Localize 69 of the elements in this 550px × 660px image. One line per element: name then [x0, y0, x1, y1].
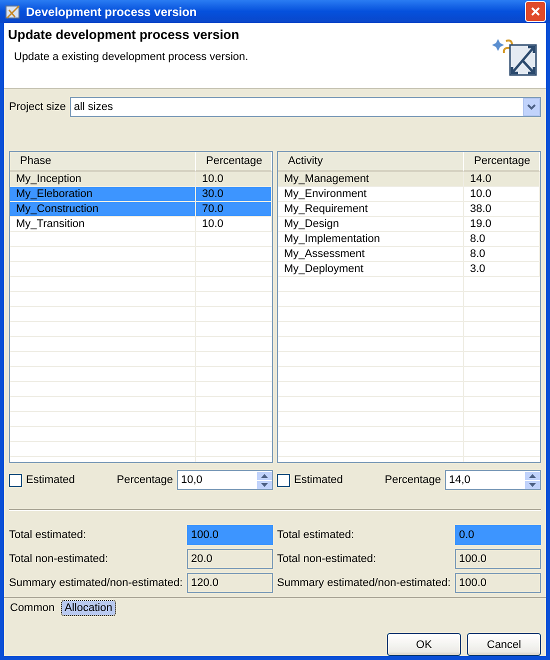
- field-label: Project size: [9, 101, 66, 113]
- table-cell[interactable]: 19.0: [464, 217, 540, 232]
- table-cell[interactable]: My_Design: [278, 217, 464, 232]
- spin-up-button[interactable]: [257, 472, 272, 480]
- total-label: Total estimated:: [277, 529, 356, 541]
- percentage-spinner[interactable]: 14,0: [445, 470, 541, 490]
- table-cell[interactable]: 3.0: [464, 262, 540, 277]
- checkbox[interactable]: [277, 474, 290, 486]
- table-cell[interactable]: 30.0: [196, 187, 272, 202]
- total-label: Summary estimated/non-estimated:: [277, 577, 452, 589]
- table-cell[interactable]: 10.0: [464, 187, 540, 202]
- dialog-button[interactable]: Cancel: [467, 633, 541, 656]
- project-size-dropdown[interactable]: all sizes: [70, 97, 541, 117]
- column-header[interactable]: Activity: [278, 152, 464, 172]
- up-arrow-icon: [261, 474, 268, 478]
- checkbox-label: Estimated: [26, 474, 75, 486]
- table-cell[interactable]: My_Deployment: [278, 262, 464, 277]
- table-cell[interactable]: 8.0: [464, 232, 540, 247]
- table-cell[interactable]: My_Environment: [278, 187, 464, 202]
- chevron-icon: [527, 104, 536, 110]
- spin-down-button[interactable]: [257, 480, 272, 488]
- total-label: Total estimated:: [9, 529, 88, 541]
- close-button[interactable]: [525, 1, 546, 22]
- table-cell[interactable]: My_Eleboration: [10, 187, 196, 202]
- dialog-description: Update a existing development process version.: [13, 51, 250, 63]
- table-cell[interactable]: 14.0: [464, 172, 540, 187]
- table-cell[interactable]: 38.0: [464, 202, 540, 217]
- total-field: 100.0: [455, 549, 541, 569]
- total-field: 20.0: [187, 549, 273, 569]
- data-table[interactable]: Phase Percentage My_Inception 10.0 My_Eleboration 30.0 My_Construction 70.0 My_Transition 10.0: [9, 151, 273, 463]
- tab[interactable]: Allocation: [62, 601, 116, 615]
- table-cell[interactable]: My_Assessment: [278, 247, 464, 262]
- total-field: 0.0: [455, 525, 541, 545]
- table-cell[interactable]: My_Construction: [10, 202, 196, 217]
- spin-up-button[interactable]: [525, 472, 540, 480]
- table-cell[interactable]: 8.0: [464, 247, 540, 262]
- table-cell[interactable]: My_Management: [278, 172, 464, 187]
- down-arrow-icon: [261, 482, 268, 486]
- data-table[interactable]: Activity Percentage My_Management 14.0 My_Environment 10.0 My_Requirement 38.0 My_Design 19.0 My_Implementation 8.0 My_Assessment 8.0 My_Deployment 3.0: [277, 151, 541, 463]
- tab[interactable]: Common: [7, 601, 58, 615]
- window-title: Development process version: [26, 4, 198, 18]
- table-cell[interactable]: My_Requirement: [278, 202, 464, 217]
- table-cell[interactable]: 10.0: [196, 172, 272, 187]
- table-cell[interactable]: 70.0: [196, 202, 272, 217]
- total-label: Total non-estimated:: [277, 553, 378, 565]
- total-label: Total non-estimated:: [9, 553, 110, 565]
- close-icon: [530, 6, 541, 17]
- table-cell[interactable]: My_Inception: [10, 172, 196, 187]
- total-field: 100.0: [187, 525, 273, 545]
- table-cell[interactable]: 10.0: [196, 217, 272, 232]
- total-field: 100.0: [455, 573, 541, 593]
- spin-down-button[interactable]: [525, 480, 540, 488]
- checkbox[interactable]: [9, 474, 22, 486]
- up-arrow-icon: [529, 474, 536, 478]
- app-icon: [5, 4, 21, 20]
- dialog-button[interactable]: OK: [387, 633, 461, 656]
- checkbox-label: Estimated: [294, 474, 343, 486]
- total-label: Summary estimated/non-estimated:: [9, 577, 184, 589]
- field-label: Percentage: [116, 474, 173, 486]
- column-header[interactable]: Phase: [10, 152, 196, 172]
- table-cell[interactable]: My_Implementation: [278, 232, 464, 247]
- percentage-spinner[interactable]: 10,0: [177, 470, 273, 490]
- down-arrow-icon: [529, 482, 536, 486]
- column-header[interactable]: Percentage: [464, 152, 540, 172]
- field-label: Percentage: [384, 474, 441, 486]
- table-cell[interactable]: My_Transition: [10, 217, 196, 232]
- total-field: 120.0: [187, 573, 273, 593]
- column-header[interactable]: Percentage: [196, 152, 272, 172]
- dialog-title: Update development process version: [8, 27, 240, 42]
